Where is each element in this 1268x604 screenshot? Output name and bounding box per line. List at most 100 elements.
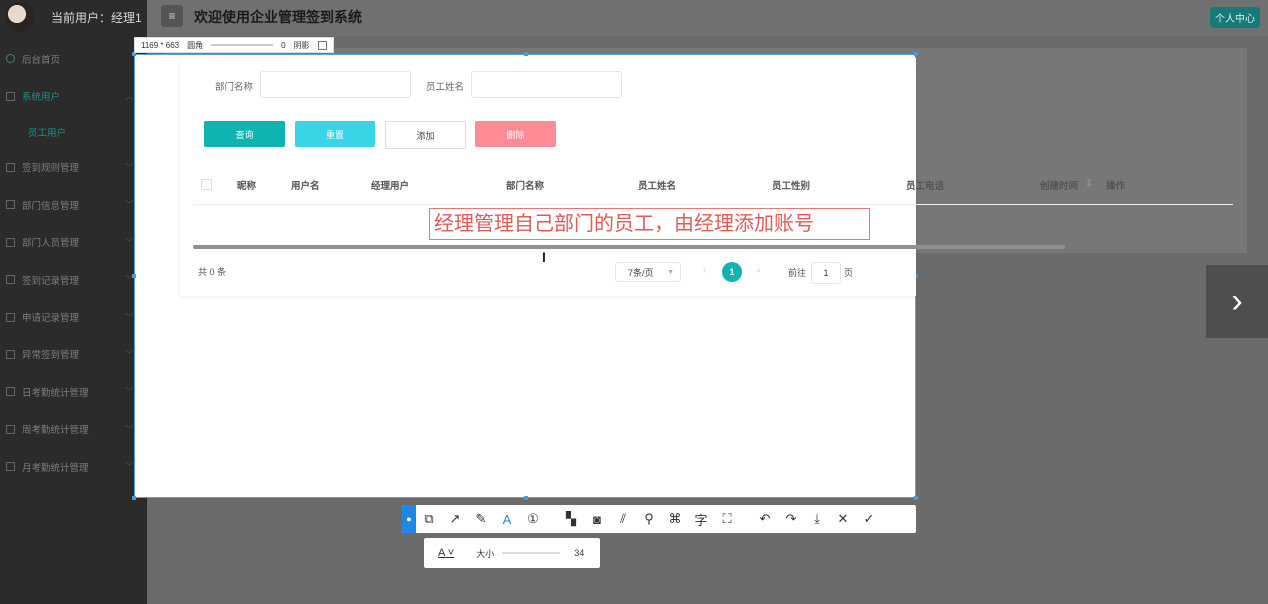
sidebar-item-weekly-stats[interactable]: 周考勤统计管理 ﹀ — [0, 411, 147, 448]
radius-slider[interactable] — [211, 44, 274, 46]
top-header: ≡ 欢迎使用企业管理签到系统 个人中心 — [147, 0, 1268, 36]
close-icon[interactable]: ✕ — [830, 505, 856, 533]
column-nickname[interactable]: 昵称 — [237, 178, 256, 192]
undo-icon[interactable]: ↶ — [752, 505, 778, 533]
stripe-icon[interactable]: ⫽ — [610, 505, 636, 533]
sidebar-subitem-employee-users[interactable]: 员工用户 — [0, 115, 147, 149]
sidebar-item-label: 部门人员管理 — [22, 238, 80, 250]
user-bar: 当前用户：经理1 — [0, 0, 147, 34]
employee-name-label: 员工姓名 — [426, 82, 465, 93]
pin-icon[interactable]: ⚲ — [636, 505, 662, 533]
check-icon[interactable]: ✓ — [856, 505, 882, 533]
next-page-icon[interactable]: › — [757, 265, 760, 276]
translate-icon[interactable]: 字 — [688, 505, 714, 533]
personal-center-button[interactable]: 个人中心 — [1210, 7, 1260, 28]
arrow-icon[interactable]: ↗ — [442, 505, 468, 533]
edit-icon — [6, 312, 15, 322]
column-dept-name[interactable]: 部门名称 — [506, 178, 544, 192]
dept-name-label: 部门名称 — [215, 82, 254, 93]
radius-value: 0 — [281, 40, 286, 50]
next-slide-arrow-icon[interactable]: › — [1206, 265, 1268, 338]
sidebar-item-label: 签到记录管理 — [22, 275, 80, 287]
text-options-panel: A ˅ 大小 34 — [424, 538, 600, 568]
capture-handle[interactable] — [524, 52, 528, 56]
capture-handle[interactable] — [132, 274, 136, 278]
chevron-up-icon: ︿ — [125, 91, 133, 101]
sidebar-item-daily-stats[interactable]: 日考勤统计管理 ﹀ — [0, 373, 147, 410]
column-username[interactable]: 用户名 — [291, 178, 320, 192]
column-employee-phone[interactable]: 员工电话 — [906, 178, 944, 192]
sidebar-item-monthly-stats[interactable]: 月考勤统计管理 ﹀ — [0, 448, 147, 485]
goto-label: 前往 — [788, 268, 807, 278]
capture-size-bar: 1169 * 663 圆角 0 阴影 — [134, 37, 334, 53]
font-color-icon[interactable]: A ˅ — [438, 547, 454, 559]
add-button[interactable]: 添加 — [385, 121, 466, 149]
radius-label: 圆角 — [187, 40, 204, 50]
page-suffix: 页 — [844, 268, 854, 278]
edit-icon — [6, 162, 15, 172]
text-icon[interactable]: A — [494, 505, 520, 533]
chevron-down-icon: ﹀ — [125, 349, 133, 359]
sort-icon[interactable]: ⇕ — [1085, 178, 1093, 189]
number-icon[interactable]: ① — [520, 505, 546, 533]
size-slider[interactable] — [502, 552, 561, 554]
sidebar-item-home[interactable]: 后台首页 — [0, 40, 147, 77]
sidebar-item-label: 日考勤统计管理 — [22, 387, 89, 399]
reset-button[interactable]: 重置 — [295, 121, 375, 147]
mosaic-icon[interactable]: ▚ — [558, 505, 584, 533]
capture-handle[interactable] — [914, 52, 918, 56]
column-created-time[interactable]: 创建时间 — [1040, 178, 1078, 192]
current-user-label: 当前用户：经理1 — [51, 10, 142, 25]
menu-toggle-button[interactable]: ≡ — [161, 5, 183, 27]
download-icon[interactable]: ⤓ — [804, 505, 830, 533]
edit-icon — [6, 91, 15, 101]
page-title: 欢迎使用企业管理签到系统 — [194, 9, 362, 25]
query-button[interactable]: 查询 — [204, 121, 285, 147]
sidebar-item-checkin-rules[interactable]: 签到规则管理 ﹀ — [0, 149, 147, 186]
sidebar-item-abnormal-checkin[interactable]: 异常签到管理 ﹀ — [0, 336, 147, 373]
prev-page-icon[interactable]: ‹ — [703, 265, 706, 276]
column-employee-name[interactable]: 员工姓名 — [638, 178, 676, 192]
edit-icon — [6, 237, 15, 247]
column-manager-user[interactable]: 经理用户 — [371, 178, 409, 192]
employee-name-input[interactable] — [471, 71, 622, 98]
column-employee-gender[interactable]: 员工性别 — [772, 178, 810, 192]
edit-icon — [6, 275, 15, 285]
capture-handle[interactable] — [914, 496, 918, 500]
drag-handle-icon[interactable]: ● — [402, 505, 416, 533]
redo-icon[interactable]: ↷ — [778, 505, 804, 533]
shadow-checkbox[interactable] — [317, 40, 327, 50]
sidebar-item-label: 后台首页 — [22, 54, 61, 66]
sidebar-item-application-records[interactable]: 申请记录管理 ﹀ — [0, 298, 147, 335]
current-page-button[interactable]: 1 — [722, 262, 742, 282]
chevron-down-icon: ﹀ — [125, 462, 133, 472]
sidebar-nav: 后台首页 系统用户 ︿ 员工用户 签到规则管理 ﹀ 部门信息管理 ﹀ 部门人员管理 ﹀ … — [0, 40, 147, 485]
size-label: 大小 — [476, 548, 495, 559]
avatar[interactable] — [5, 2, 35, 32]
sidebar-item-checkin-records[interactable]: 签到记录管理 ﹀ — [0, 261, 147, 298]
blur-icon[interactable]: ◙ — [584, 505, 610, 533]
capture-handle[interactable] — [524, 496, 528, 500]
pen-icon[interactable]: ✎ — [468, 505, 494, 533]
edit-icon — [6, 387, 15, 397]
chevron-down-icon: ﹀ — [125, 200, 133, 210]
sidebar-item-dept-staff[interactable]: 部门人员管理 ﹀ — [0, 224, 147, 261]
chevron-down-icon: ﹀ — [125, 237, 133, 247]
ocr-icon[interactable]: ⌘ — [662, 505, 688, 533]
goto-page-input[interactable]: 1 — [811, 262, 841, 284]
chevron-down-icon: ﹀ — [125, 424, 133, 434]
sidebar-item-label: 签到规则管理 — [22, 163, 80, 175]
select-all-checkbox[interactable] — [201, 179, 212, 190]
table-scrollbar[interactable] — [193, 245, 1065, 249]
annotation-toolbar: ● ⧉ ↗ ✎ A ① ▚ ◙ ⫽ ⚲ ⌘ 字 ⛶ ↶ ↷ ⤓ ✕ ✓ — [402, 505, 916, 533]
text-annotation[interactable]: 经理管理自己部门的员工，由经理添加账号 — [429, 208, 870, 240]
sidebar-item-system-users[interactable]: 系统用户 ︿ — [0, 77, 147, 114]
shape-icon[interactable]: ⧉ — [416, 505, 442, 533]
capture-handle[interactable] — [132, 496, 136, 500]
scan-icon[interactable]: ⛶ — [714, 505, 740, 533]
sidebar-item-dept-info[interactable]: 部门信息管理 ﹀ — [0, 186, 147, 223]
delete-button[interactable]: 删除 — [475, 121, 556, 147]
page-size-select[interactable]: 7条/页 ▼ — [615, 262, 681, 282]
dept-name-input[interactable] — [260, 71, 411, 98]
chevron-down-icon: ﹀ — [125, 162, 133, 172]
